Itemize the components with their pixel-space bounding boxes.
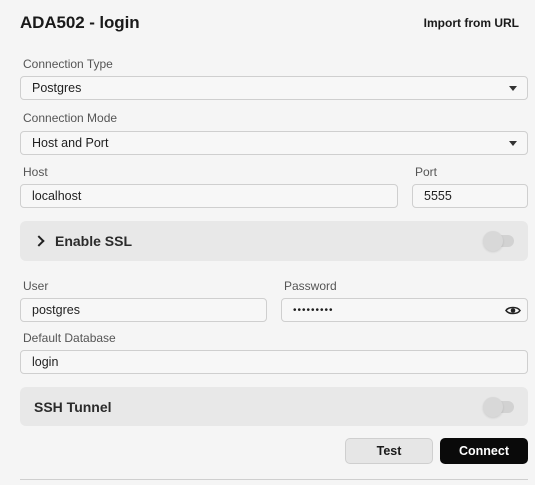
connection-mode-label: Connection Mode <box>23 111 118 125</box>
ssh-tunnel-label: SSH Tunnel <box>34 398 112 415</box>
chevron-down-icon <box>509 85 517 91</box>
port-input[interactable]: 5555 <box>412 184 528 208</box>
ssh-tunnel-toggle[interactable] <box>483 396 514 417</box>
connection-type-select[interactable]: Postgres <box>20 76 528 100</box>
connection-type-label: Connection Type <box>23 57 113 71</box>
test-button[interactable]: Test <box>345 438 433 464</box>
connection-mode-select[interactable]: Host and Port <box>20 131 528 155</box>
dialog-header: ADA502 - login Import from URL <box>20 10 519 36</box>
divider <box>20 479 528 480</box>
eye-icon[interactable] <box>505 305 521 315</box>
connection-type-value: Postgres <box>32 81 82 95</box>
host-label: Host <box>23 165 48 179</box>
connect-button[interactable]: Connect <box>440 438 528 464</box>
page-title: ADA502 - login <box>20 13 140 32</box>
import-from-url-link[interactable]: Import from URL <box>424 16 519 30</box>
chevron-right-icon <box>33 235 45 247</box>
user-input[interactable]: postgres <box>20 298 267 322</box>
enable-ssl-panel[interactable]: Enable SSL <box>20 221 528 261</box>
port-label: Port <box>415 165 438 179</box>
connection-mode-value: Host and Port <box>32 136 109 150</box>
default-database-value: login <box>32 355 59 369</box>
enable-ssl-label: Enable SSL <box>55 233 133 249</box>
chevron-down-icon <box>509 140 517 146</box>
toggle-knob <box>483 396 503 417</box>
default-database-input[interactable]: login <box>20 350 528 374</box>
default-database-label: Default Database <box>23 331 116 345</box>
user-value: postgres <box>32 303 80 317</box>
user-label: User <box>23 279 49 293</box>
port-value: 5555 <box>424 189 452 203</box>
password-label: Password <box>284 279 337 293</box>
connection-dialog: ADA502 - login Import from URL Connectio… <box>0 0 535 485</box>
enable-ssl-toggle[interactable] <box>483 231 514 251</box>
ssh-tunnel-panel: SSH Tunnel <box>20 387 528 426</box>
host-value: localhost <box>32 189 82 203</box>
password-input[interactable]: ••••••••• <box>281 298 528 322</box>
host-input[interactable]: localhost <box>20 184 398 208</box>
password-value: ••••••••• <box>293 304 334 316</box>
toggle-knob <box>483 231 503 251</box>
